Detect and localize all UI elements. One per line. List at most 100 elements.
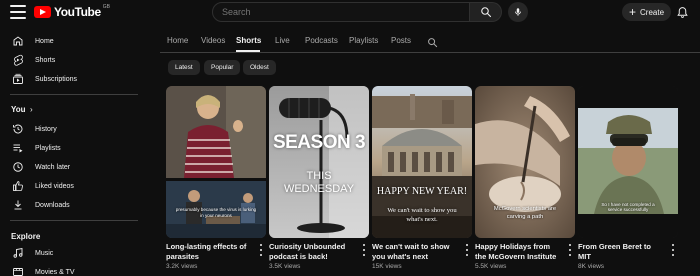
short-thumbnail[interactable]: So I have not completed a service succes…	[578, 86, 678, 238]
short-title[interactable]: Long-lasting effects of parasites	[166, 242, 252, 261]
sidebar-item-label: Movies & TV	[35, 268, 75, 276]
short-overlay-line: McGovern scientists are	[493, 206, 557, 212]
plus-icon: +	[629, 5, 637, 19]
sidebar-item-downloads[interactable]: Downloads	[0, 196, 150, 214]
sidebar-item-music[interactable]: Music	[0, 244, 150, 262]
sidebar-item-label: Subscriptions	[35, 75, 78, 83]
tab-home[interactable]: Home	[167, 36, 188, 45]
channel-search-icon[interactable]	[427, 35, 438, 53]
short-overlay-line: WEDNESDAY	[283, 183, 355, 195]
short-caption-overlay: presumably because the virus is lurking …	[175, 207, 257, 218]
subscriptions-icon	[12, 73, 24, 85]
chip-popular[interactable]: Popular	[204, 60, 241, 75]
liked-videos-icon	[12, 180, 24, 192]
sidebar-item-label: Music	[35, 249, 54, 257]
explore-section-title: Explore	[11, 232, 41, 241]
music-icon	[12, 247, 24, 259]
sidebar-item-label: Home	[35, 37, 54, 45]
sidebar-divider	[10, 94, 138, 95]
sidebar: Home Shorts Subscriptions You › History …	[0, 26, 150, 276]
short-views: 15K views	[372, 263, 402, 270]
sidebar-item-home[interactable]: Home	[0, 32, 150, 50]
you-section-title: You	[11, 104, 26, 114]
short-card[interactable]: SEASON 3 THIS WEDNESDAY Curiosity Unboun…	[269, 86, 369, 270]
short-card[interactable]: presumably because the virus is lurking …	[166, 86, 266, 270]
bell-icon	[676, 6, 688, 18]
short-title[interactable]: Happy Holidays from the McGovern Institu…	[475, 242, 561, 261]
short-caption-overlay: So I have not completed a service succes…	[601, 202, 655, 213]
chip-oldest[interactable]: Oldest	[243, 60, 276, 75]
tab-live[interactable]: Live	[275, 36, 290, 45]
tabs-divider	[160, 52, 700, 53]
movies-icon	[12, 266, 24, 276]
short-thumbnail[interactable]: McGovern scientists are carving a path	[475, 86, 575, 238]
sidebar-item-label: History	[35, 125, 57, 133]
short-overlay-headline: SEASON 3	[272, 132, 366, 153]
sidebar-item-watch-later[interactable]: Watch later	[0, 158, 150, 176]
sidebar-item-liked-videos[interactable]: Liked videos	[0, 177, 150, 195]
short-overlay-line: THIS	[306, 170, 332, 182]
history-icon	[12, 123, 24, 135]
more-options-icon[interactable]	[464, 244, 470, 256]
short-overlay-line: carving a path	[506, 214, 544, 220]
sidebar-item-subscriptions[interactable]: Subscriptions	[0, 70, 150, 88]
tab-playlists[interactable]: Playlists	[349, 36, 378, 45]
downloads-icon	[12, 199, 24, 211]
create-button[interactable]: + Create	[622, 3, 672, 21]
logo-text: YouTube	[54, 5, 101, 19]
logo-country-code: GB	[102, 4, 110, 10]
hamburger-menu-icon[interactable]	[10, 5, 26, 19]
chip-latest[interactable]: Latest	[168, 60, 200, 75]
youtube-play-icon	[34, 6, 51, 18]
short-title[interactable]: Curiosity Unbounded podcast is back!	[269, 242, 355, 261]
sidebar-item-label: Liked videos	[35, 182, 74, 190]
more-options-icon[interactable]	[258, 244, 264, 256]
sidebar-item-label: Shorts	[35, 56, 56, 64]
voice-search-button[interactable]	[508, 2, 528, 22]
top-bar: YouTube GB + Create	[0, 0, 700, 26]
tab-shorts[interactable]: Shorts	[236, 36, 261, 45]
sidebar-item-movies-tv[interactable]: Movies & TV	[0, 263, 150, 276]
tab-podcasts[interactable]: Podcasts	[305, 36, 338, 45]
sidebar-item-label: Playlists	[35, 144, 61, 152]
sidebar-item-label: Watch later	[35, 163, 71, 171]
short-thumbnail[interactable]: HAPPY NEW YEAR! We can't wait to show yo…	[372, 86, 472, 238]
short-views: 3.5K views	[269, 263, 301, 270]
sidebar-divider	[10, 220, 138, 221]
search-input[interactable]	[212, 2, 470, 22]
short-thumbnail[interactable]: SEASON 3 THIS WEDNESDAY	[269, 86, 369, 238]
sidebar-item-playlists[interactable]: Playlists	[0, 139, 150, 157]
home-icon	[12, 35, 24, 47]
microphone-icon	[515, 8, 521, 16]
playlists-icon	[12, 142, 24, 154]
sidebar-item-history[interactable]: History	[0, 120, 150, 138]
shorts-icon	[12, 54, 24, 66]
more-options-icon[interactable]	[361, 244, 367, 256]
sidebar-item-shorts[interactable]: Shorts	[0, 51, 150, 69]
short-overlay-headline: HAPPY NEW YEAR!	[376, 186, 468, 197]
short-views: 3.2K views	[166, 263, 198, 270]
watch-later-icon	[12, 161, 24, 173]
short-title[interactable]: We can't wait to show you what's next	[372, 242, 458, 261]
short-card[interactable]: HAPPY NEW YEAR! We can't wait to show yo…	[372, 86, 472, 270]
short-thumbnail[interactable]: presumably because the virus is lurking …	[166, 86, 266, 238]
tab-posts[interactable]: Posts	[391, 36, 411, 45]
search-icon	[480, 7, 491, 18]
short-overlay-line: what's next.	[406, 216, 438, 223]
short-views: 8K views	[578, 263, 605, 270]
youtube-logo[interactable]: YouTube GB	[34, 4, 110, 19]
short-title[interactable]: From Green Beret to MIT	[578, 242, 664, 261]
sidebar-section-you[interactable]: You ›	[0, 100, 150, 118]
search-button[interactable]	[470, 2, 502, 22]
short-card[interactable]: McGovern scientists are carving a path H…	[475, 86, 575, 270]
sidebar-item-label: Downloads	[35, 201, 70, 209]
more-options-icon[interactable]	[567, 244, 573, 256]
tab-videos[interactable]: Videos	[201, 36, 225, 45]
short-overlay-line: We can't wait to show you	[387, 207, 457, 214]
notifications-button[interactable]	[674, 4, 690, 20]
chevron-right-icon: ›	[30, 104, 33, 114]
more-options-icon[interactable]	[670, 244, 676, 256]
create-label: Create	[640, 7, 665, 17]
short-views: 5.5K views	[475, 263, 507, 270]
short-card[interactable]: So I have not completed a service succes…	[578, 86, 678, 270]
